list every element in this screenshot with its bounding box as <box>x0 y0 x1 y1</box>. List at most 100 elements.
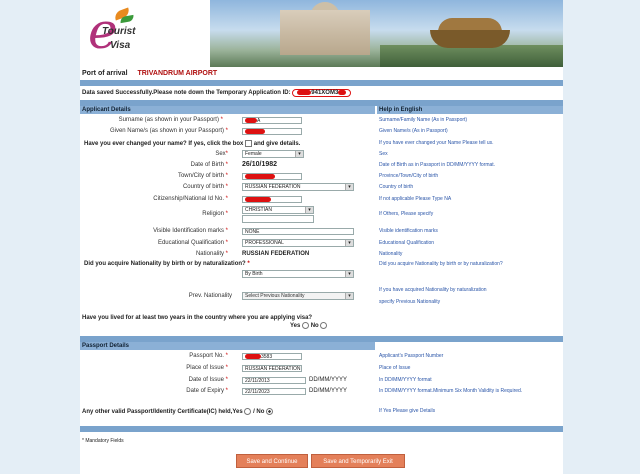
expiry-date-format: DD/MM/YYYY <box>309 388 348 394</box>
passport-details-header: Passport Details <box>80 342 375 350</box>
other-slash: / <box>253 409 255 416</box>
citizenship-input[interactable] <box>242 196 302 203</box>
help-edu: Educational Qualification <box>379 240 435 246</box>
help-marks: Visible identification marks <box>379 228 438 234</box>
help-changed: If you have ever changed your Name Pleas… <box>379 140 494 146</box>
notice-text: Data saved Successfully.Please note down… <box>82 90 291 97</box>
nationality-value: RUSSIAN FEDERATION <box>242 251 310 257</box>
prev-nationality-select[interactable]: Select Previous Nationality ▾ <box>242 292 354 300</box>
help-dob: Date of Birth as in Passport in DD/MM/YY… <box>379 162 496 168</box>
place-label: Place of Issue * <box>186 365 228 371</box>
sex-label: Sex* <box>215 151 228 157</box>
redaction <box>297 90 312 95</box>
save-and-exit-button[interactable]: Save and Temporarily Exit <box>311 454 405 468</box>
dob-label: Date of Birth * <box>190 162 228 168</box>
help-passport-no: Applicant's Passport Number <box>379 353 444 359</box>
help-other: If Yes Please give Details <box>379 408 436 414</box>
water-shape <box>380 45 563 67</box>
religion-other-input[interactable] <box>242 215 314 223</box>
name-change-question: Have you ever changed your name? If yes,… <box>84 140 301 148</box>
lived-question: Have you lived for at least two years in… <box>82 315 313 321</box>
given-name-input[interactable] <box>242 128 302 135</box>
religion-select[interactable]: CHRISTIAN ▾ <box>242 206 314 214</box>
passport-no-label: Passport No. * <box>189 353 228 359</box>
lived-no-radio[interactable] <box>320 322 328 329</box>
expiry-date-label: Date of Expiry * <box>186 388 228 394</box>
arrival-row: Port of arrival TRIVANDRUM AIRPORT <box>82 70 217 77</box>
surname-input[interactable]: A <box>242 117 302 124</box>
nationality-label: Nationality * <box>195 251 228 257</box>
lived-no-label: No <box>310 323 319 330</box>
lived-yes-radio[interactable] <box>302 322 310 329</box>
acquire-select[interactable]: By Birth ▾ <box>242 270 354 278</box>
marks-label: Visible Identification marks * <box>153 228 228 234</box>
help-natur2: specify Previous Nationality <box>379 299 441 305</box>
etourist-visa-logo: e Tourist Visa <box>84 4 144 64</box>
help-surname: Surname/Family Name (As in Passport) <box>379 117 468 123</box>
citizenship-label: Citizenship/National Id No. * <box>153 196 228 202</box>
lived-radio-group: Yes No <box>290 322 328 330</box>
other-passport-question: Any other valid Passport/Identity Certif… <box>82 408 274 416</box>
sex-select[interactable]: Female ▾ <box>242 150 304 158</box>
divider-bar <box>80 80 563 86</box>
save-and-continue-button[interactable]: Save and Continue <box>236 454 308 468</box>
building-shape <box>280 10 370 55</box>
prev-nationality-label: Prev. Nationality <box>188 293 232 299</box>
chevron-down-icon: ▾ <box>345 240 353 246</box>
religion-label: Religion * <box>202 211 228 217</box>
passport-no-input[interactable]: 3583 <box>242 353 302 360</box>
town-label: Town/City of birth * <box>177 173 228 179</box>
help-sex: Sex <box>379 151 388 157</box>
other-no-label: No <box>256 409 265 416</box>
chevron-down-icon: ▾ <box>295 151 303 157</box>
help-citizen: If not applicable Please Type NA <box>379 196 452 202</box>
expiry-date-input[interactable]: 22/11/2023 <box>242 388 306 395</box>
education-select[interactable]: PROFESSIONAL ▾ <box>242 239 354 247</box>
logo-visa: Visa <box>110 40 131 51</box>
boat-shape <box>430 30 510 48</box>
logo-tourist: Tourist <box>102 26 136 37</box>
help-header: Help in English <box>377 106 563 114</box>
help-natur1: If you have acquired Nationality by natu… <box>379 287 487 293</box>
other-yes-radio[interactable] <box>244 408 252 415</box>
help-place: Place of Issue <box>379 365 411 371</box>
help-nat: Nationality <box>379 251 403 257</box>
name-change-checkbox[interactable] <box>245 140 253 147</box>
other-no-radio[interactable] <box>266 408 274 415</box>
applicant-details-header: Applicant Details <box>80 106 375 114</box>
application-id-value: 941XOM3 <box>311 90 339 97</box>
help-town: Province/Town/City of birth <box>379 173 439 179</box>
acquire-question: Did you acquire Nationality by birth or … <box>84 261 250 267</box>
education-label: Educational Qualification * <box>157 240 228 246</box>
issue-date-format: DD/MM/YYYY <box>309 377 348 383</box>
help-doi: In DD/MM/YYYY format <box>379 377 432 383</box>
dob-value: 26/10/1982 <box>242 161 278 168</box>
country-select[interactable]: RUSSIAN FEDERATION ▾ <box>242 183 354 191</box>
chevron-down-icon: ▾ <box>345 271 353 277</box>
marks-input[interactable]: NONE <box>242 228 354 235</box>
chevron-down-icon: ▾ <box>305 207 313 213</box>
save-notice: Data saved Successfully.Please note down… <box>82 89 352 98</box>
mandatory-note: * Mandatory Fields <box>82 438 124 444</box>
divider-bar <box>80 426 563 432</box>
place-input[interactable]: RUSSIAN FEDERATION <box>242 365 302 372</box>
help-country: Country of birth <box>379 184 414 190</box>
form-page: e Tourist Visa Port of arrival TRIVANDRU… <box>80 0 563 474</box>
application-id: 941XOM3 <box>292 89 352 98</box>
surname-label: Surname (as shown in your Passport) * <box>118 117 223 123</box>
help-doe: In DD/MM/YYYY format.Minimum Six Month V… <box>379 388 523 394</box>
help-given: Given Name/s (As in Passport) <box>379 128 448 134</box>
help-acquire: Did you acquire Nationality by birth or … <box>379 261 503 267</box>
issue-date-label: Date of Issue * <box>188 377 228 383</box>
given-name-label: Given Name/s (as shown in your Passport)… <box>109 128 228 134</box>
banner: e Tourist Visa <box>80 0 563 67</box>
redaction <box>338 90 347 95</box>
country-label: Country of birth * <box>182 184 228 190</box>
chevron-down-icon: ▾ <box>345 293 353 299</box>
arrival-label: Port of arrival <box>82 70 128 77</box>
issue-date-input[interactable]: 22/11/2013 <box>242 377 306 384</box>
town-input[interactable] <box>242 173 302 180</box>
chevron-down-icon: ▾ <box>345 184 353 190</box>
help-religion: If Others, Please specify <box>379 211 434 217</box>
arrival-value: TRIVANDRUM AIRPORT <box>137 70 218 77</box>
